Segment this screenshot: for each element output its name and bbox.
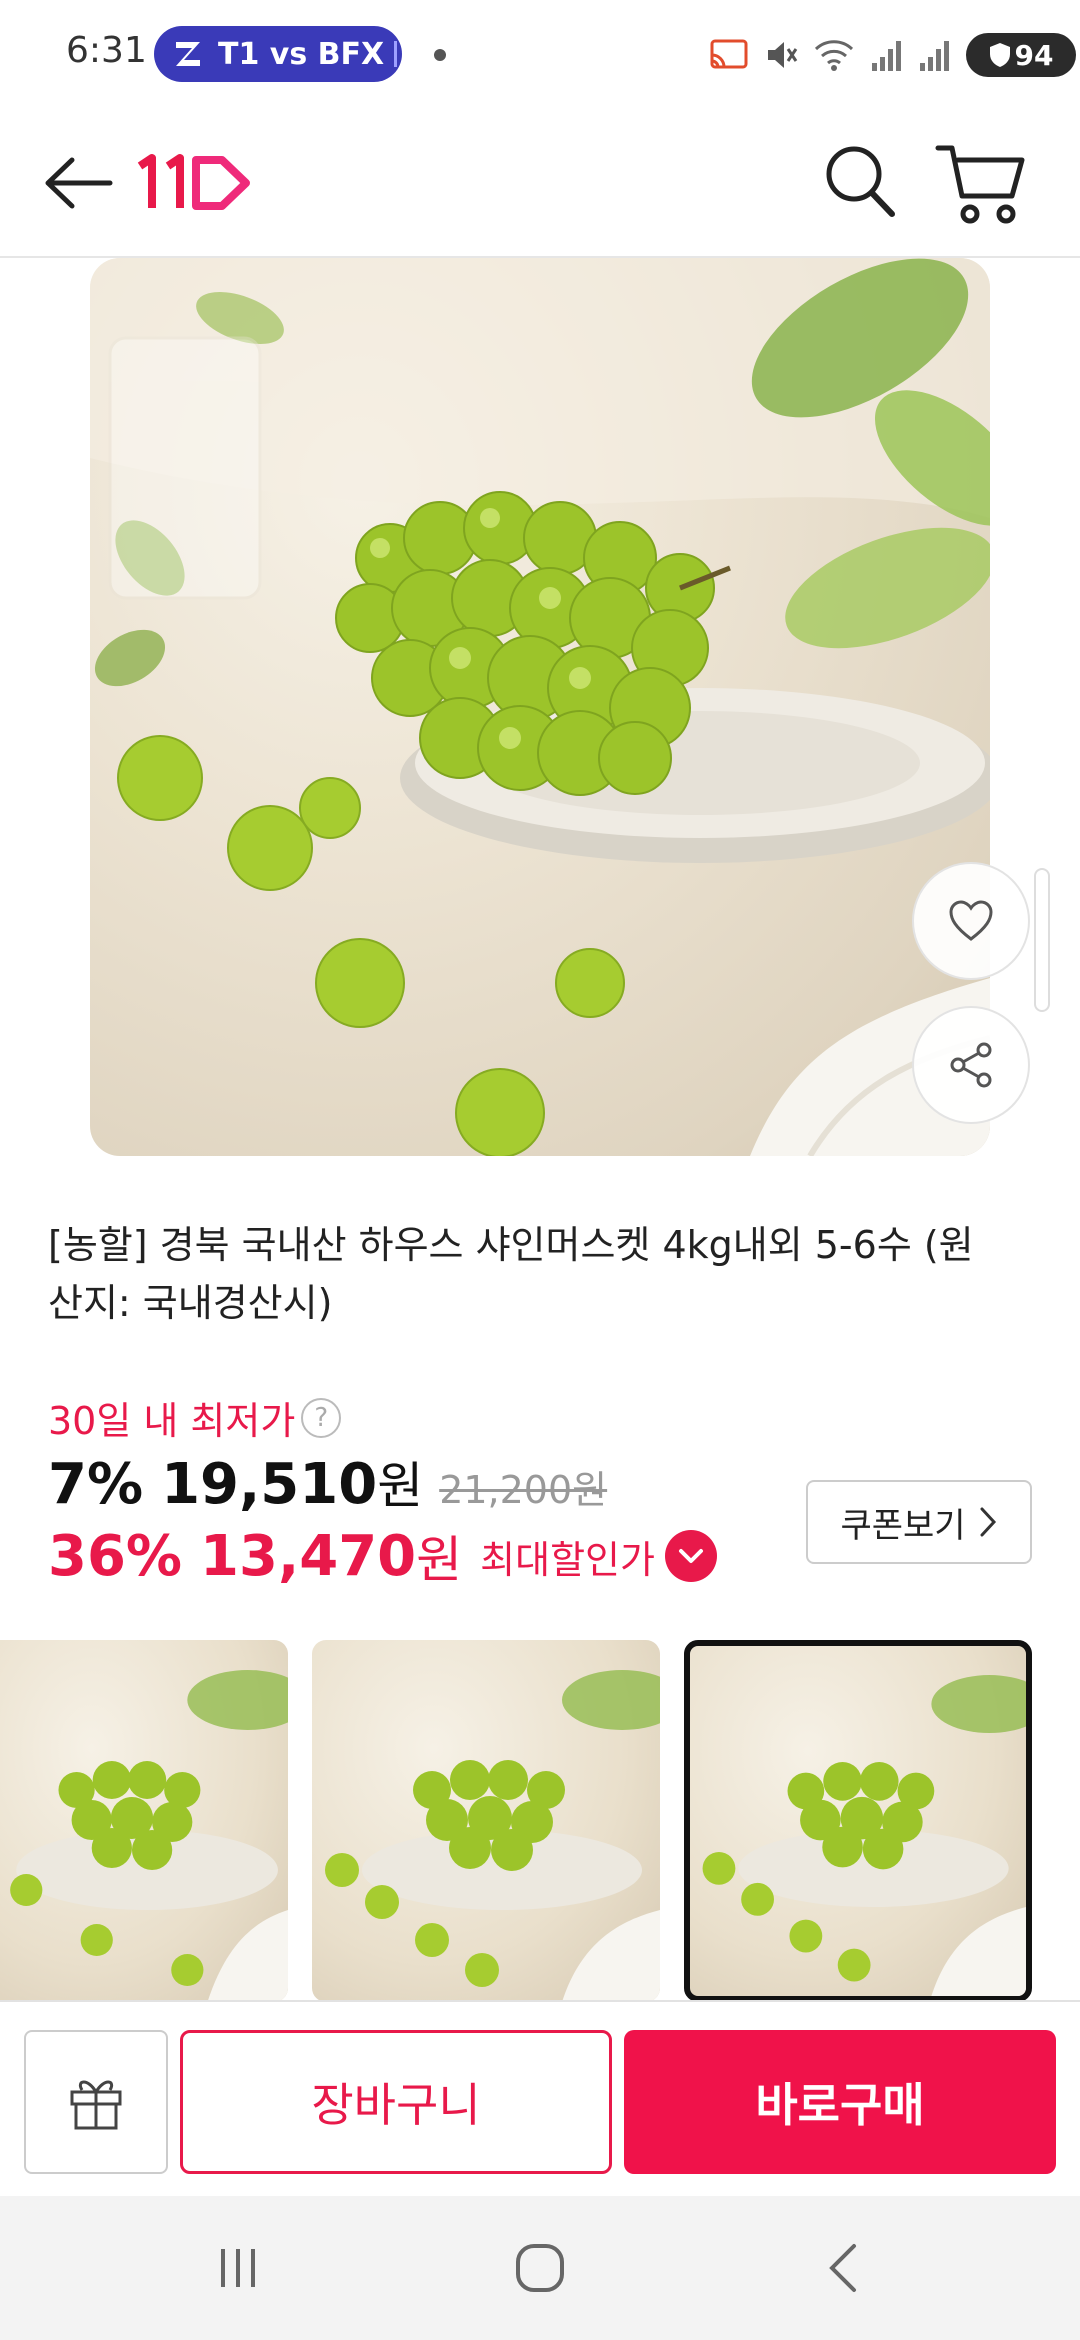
thumbnail-image bbox=[325, 1670, 660, 2002]
thumbnail-2[interactable] bbox=[312, 1640, 660, 2002]
notification-dot bbox=[434, 49, 446, 61]
thumbnail-1[interactable] bbox=[0, 1640, 288, 2002]
status-time: 6:31 bbox=[66, 30, 147, 71]
home-icon bbox=[516, 2244, 564, 2292]
search-button[interactable] bbox=[820, 138, 900, 224]
mute-icon bbox=[768, 42, 798, 68]
live-divider bbox=[394, 41, 398, 67]
product-main-image[interactable] bbox=[90, 258, 990, 1156]
grape-illustration bbox=[90, 258, 990, 1156]
max-discount-unit: 원 bbox=[416, 1531, 463, 1589]
app-header bbox=[0, 108, 1080, 258]
store-logo[interactable] bbox=[134, 146, 254, 218]
chevron-right-icon bbox=[980, 1507, 996, 1537]
coupon-button[interactable]: 쿠폰보기 bbox=[806, 1480, 1032, 1564]
gift-button[interactable] bbox=[24, 2030, 168, 2174]
status-icons: 94 bbox=[708, 32, 1076, 78]
heart-icon bbox=[949, 900, 993, 941]
battery-level: 94 bbox=[1014, 38, 1054, 72]
share-icon bbox=[950, 1042, 992, 1088]
status-bar: 6:31 T1 vs BFX 94 bbox=[0, 0, 1080, 108]
sale-price: 19,510 bbox=[161, 1452, 378, 1517]
max-discount-label: 최대할인가 bbox=[480, 1537, 655, 1582]
gift-icon bbox=[70, 2080, 122, 2130]
battery-indicator: 94 bbox=[966, 33, 1076, 77]
system-back-button[interactable] bbox=[804, 2236, 884, 2300]
help-icon[interactable]: ? bbox=[301, 1397, 342, 1438]
thumbnail-image bbox=[10, 1670, 288, 2002]
search-icon bbox=[826, 146, 895, 217]
share-button[interactable] bbox=[912, 1006, 1030, 1124]
buy-now-button[interactable]: 바로구매 bbox=[624, 2030, 1056, 2174]
chevron-down-icon[interactable] bbox=[664, 1530, 717, 1582]
lowest-price-label: 30일 내 최저가 ? bbox=[48, 1390, 342, 1445]
shield-icon bbox=[989, 43, 1010, 67]
thumbnail-image bbox=[702, 1675, 1026, 1996]
recent-apps-icon bbox=[221, 2249, 255, 2287]
signal-icon-1 bbox=[872, 41, 901, 71]
live-score-pill[interactable]: T1 vs BFX bbox=[154, 26, 402, 82]
scrollbar-thumb[interactable] bbox=[1034, 868, 1050, 1012]
max-discount-row[interactable]: 36% 13,470 원 최대할인가 bbox=[48, 1520, 717, 1592]
add-to-cart-button[interactable]: 장바구니 bbox=[180, 2030, 612, 2174]
max-discount-price: 13,470 bbox=[200, 1523, 417, 1589]
live-score-label: T1 vs BFX bbox=[218, 36, 385, 72]
signal-icon-2 bbox=[920, 41, 949, 71]
coupon-label: 쿠폰보기 bbox=[840, 1505, 966, 1546]
max-discount-rate: 36% bbox=[48, 1523, 183, 1589]
regular-price-row: 7% 19,510 원 21,200원 bbox=[48, 1446, 607, 1518]
wifi-icon bbox=[814, 40, 854, 71]
recent-apps-button[interactable] bbox=[198, 2236, 278, 2300]
original-price: 21,200원 bbox=[439, 1468, 608, 1512]
system-navigation-bar bbox=[0, 2196, 1080, 2340]
cart-button[interactable] bbox=[930, 138, 1030, 228]
logo-mark bbox=[137, 154, 250, 210]
arrow-left-icon bbox=[45, 157, 113, 209]
home-button[interactable] bbox=[500, 2236, 580, 2300]
cart-icon bbox=[935, 145, 1025, 224]
live-app-icon bbox=[176, 42, 200, 66]
purchase-bar: 장바구니 바로구매 bbox=[0, 2000, 1080, 2196]
lowest-price-text: 30일 내 최저가 bbox=[48, 1399, 296, 1443]
thumbnail-strip bbox=[0, 1640, 1080, 2002]
discount-rate: 7% bbox=[48, 1452, 144, 1517]
chevron-left-icon bbox=[829, 2244, 856, 2292]
product-title: [농할] 경북 국내산 하우스 샤인머스켓 4kg내외 5-6수 (원산지: 국… bbox=[48, 1223, 974, 1325]
cast-icon bbox=[710, 39, 748, 69]
back-button[interactable] bbox=[40, 148, 116, 218]
sale-price-unit: 원 bbox=[377, 1457, 424, 1515]
thumbnail-3[interactable] bbox=[684, 1640, 1032, 2002]
wishlist-button[interactable] bbox=[912, 862, 1030, 980]
